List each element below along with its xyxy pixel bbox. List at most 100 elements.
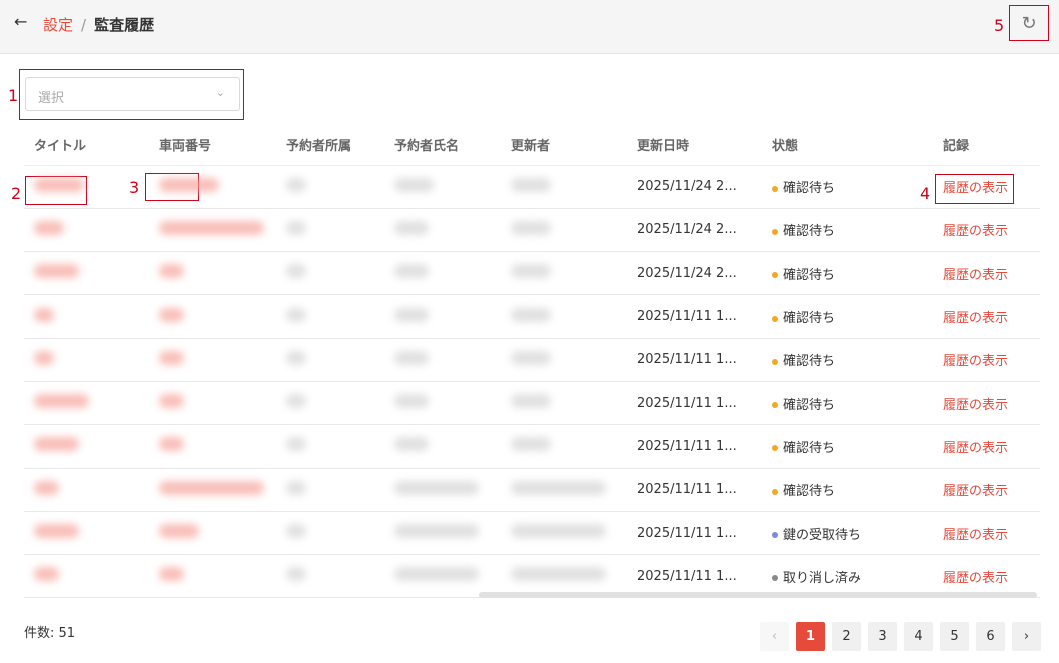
status-text: 鍵の受取待ち [783, 527, 862, 543]
table-cell [276, 468, 384, 512]
view-history-link[interactable]: 履歴の表示 [943, 311, 1008, 326]
status-dot [772, 358, 778, 365]
table-cell [149, 554, 276, 599]
redacted-name [394, 307, 429, 322]
page-button[interactable]: 4 [904, 622, 933, 651]
redacted-vehicle-number [159, 480, 264, 495]
table-cell [501, 511, 627, 556]
table-cell [384, 338, 501, 382]
refresh-button[interactable]: ↻ [1009, 5, 1049, 41]
horizontal-scrollbar[interactable] [479, 592, 1037, 598]
table-cell [24, 294, 149, 339]
table-cell: 履歴の表示 [933, 424, 1040, 469]
redacted-title [34, 220, 64, 235]
view-history-link[interactable]: 履歴の表示 [943, 571, 1008, 586]
table-cell [501, 381, 627, 426]
table-cell [149, 468, 276, 512]
table-header-row: タイトル 車両番号 予約者所属 予約者氏名 更新者 更新日時 状態 記録 [24, 124, 1040, 166]
redacted-dept [286, 264, 306, 279]
pagination: ‹ 1 2 3 4 5 6 › [760, 622, 1041, 651]
updated-at-text: 2025/11/24 2... [637, 265, 737, 281]
redacted-name [394, 177, 434, 192]
table-cell [24, 381, 149, 426]
refresh-icon: ↻ [1021, 12, 1037, 34]
status-text: 確認待ち [783, 440, 836, 456]
view-history-link[interactable]: 履歴の表示 [943, 484, 1008, 499]
table-row[interactable]: 2025/11/24 2... 確認待ち 履歴の表示 [24, 165, 1040, 209]
table-cell [24, 468, 149, 512]
table-row[interactable]: 2025/11/11 1... 確認待ち 履歴の表示 [24, 381, 1040, 426]
status-dot [772, 532, 778, 539]
col-status: 状態 [762, 124, 933, 166]
table-row[interactable]: 2025/11/11 1... 確認待ち 履歴の表示 [24, 338, 1040, 382]
breadcrumb-settings-link[interactable]: 設定 [43, 16, 73, 34]
redacted-updater [511, 307, 551, 322]
table-cell [276, 294, 384, 339]
table-cell: 2025/11/24 2... [627, 165, 762, 209]
status-dot [772, 445, 778, 452]
view-history-link[interactable]: 履歴の表示 [943, 398, 1008, 413]
table-row[interactable]: 2025/11/24 2... 確認待ち 履歴の表示 [24, 208, 1040, 253]
arrow-left-icon[interactable]: ← [14, 12, 27, 31]
redacted-vehicle-number [159, 524, 199, 539]
redacted-title [34, 264, 79, 279]
annotation-5: 5 [994, 16, 1005, 35]
view-history-link[interactable]: 履歴の表示 [943, 354, 1008, 369]
table-cell [276, 251, 384, 296]
table-cell [384, 424, 501, 469]
view-history-link[interactable]: 履歴の表示 [943, 528, 1008, 543]
table-cell: 履歴の表示 [933, 511, 1040, 556]
redacted-vehicle-number [159, 567, 184, 582]
chevron-down-icon: ⌄ [215, 86, 225, 99]
status-dot [772, 315, 778, 322]
page-button[interactable]: 5 [940, 622, 969, 651]
table-cell [501, 165, 627, 209]
prev-page-button[interactable]: ‹ [760, 622, 789, 651]
view-history-link[interactable]: 履歴の表示 [943, 224, 1008, 239]
redacted-dept [286, 567, 306, 582]
table-row[interactable]: 2025/11/24 2... 確認待ち 履歴の表示 [24, 251, 1040, 296]
col-record: 記録 [933, 124, 1040, 166]
table-cell: 履歴の表示 [933, 208, 1040, 253]
next-page-button[interactable]: › [1012, 622, 1041, 651]
table-cell: 確認待ち [762, 424, 933, 469]
col-title: タイトル [24, 124, 149, 166]
redacted-name [394, 437, 429, 452]
table-row[interactable]: 2025/11/11 1... 確認待ち 履歴の表示 [24, 294, 1040, 339]
table-cell [276, 554, 384, 599]
table-cell [149, 165, 276, 209]
table-cell [24, 208, 149, 253]
table-cell [384, 294, 501, 339]
redacted-name [394, 350, 429, 365]
updated-at-text: 2025/11/11 1... [637, 482, 737, 498]
redacted-updater [511, 394, 551, 409]
redacted-vehicle-number [159, 264, 184, 279]
table-cell: 履歴の表示 [933, 165, 1040, 209]
table-cell [149, 251, 276, 296]
table-row[interactable]: 2025/11/11 1... 鍵の受取待ち 履歴の表示 [24, 511, 1040, 556]
table-cell: 2025/11/11 1... [627, 294, 762, 339]
table-cell [149, 338, 276, 382]
status-text: 確認待ち [783, 354, 836, 370]
page-button[interactable]: 6 [976, 622, 1005, 651]
table-row[interactable]: 2025/11/11 1... 確認待ち 履歴の表示 [24, 424, 1040, 469]
table-cell [384, 381, 501, 426]
view-history-link[interactable]: 履歴の表示 [943, 441, 1008, 456]
redacted-title [34, 350, 54, 365]
table-cell [384, 251, 501, 296]
view-history-link[interactable]: 履歴の表示 [943, 181, 1008, 196]
table-cell: 2025/11/11 1... [627, 381, 762, 426]
table-cell [501, 468, 627, 512]
table-row[interactable]: 2025/11/11 1... 確認待ち 履歴の表示 [24, 468, 1040, 512]
page-button[interactable]: 3 [868, 622, 897, 651]
annotation-2: 2 [11, 184, 22, 203]
record-count: 件数: 51 [24, 626, 76, 641]
status-dot [772, 272, 778, 279]
view-history-link[interactable]: 履歴の表示 [943, 268, 1008, 283]
updated-at-text: 2025/11/11 1... [637, 395, 737, 411]
page-button[interactable]: 1 [796, 622, 825, 651]
updated-at-text: 2025/11/11 1... [637, 438, 737, 454]
redacted-updater [511, 264, 551, 279]
filter-select[interactable]: 選択 ⌄ [25, 77, 240, 111]
page-button[interactable]: 2 [832, 622, 861, 651]
